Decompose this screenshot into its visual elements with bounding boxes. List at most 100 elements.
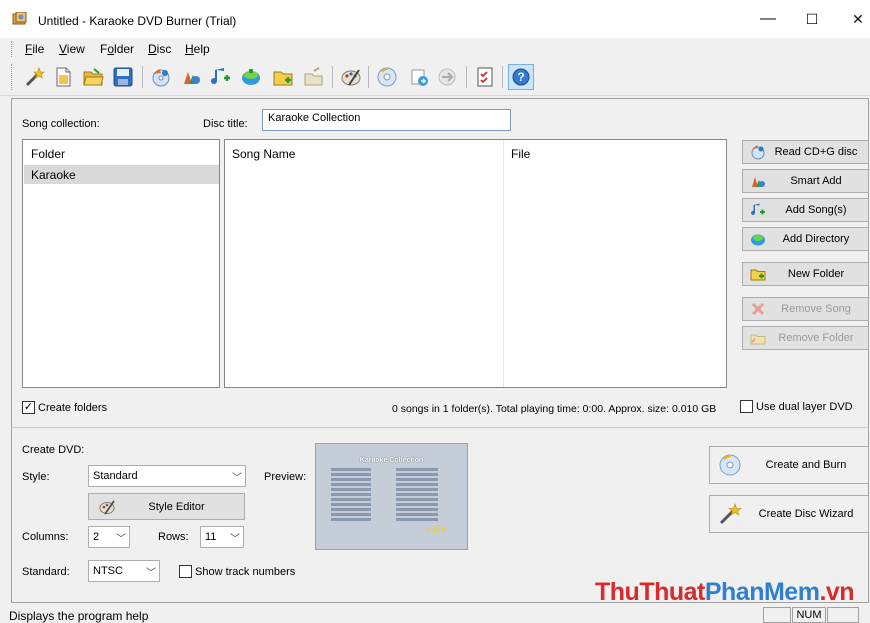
wand-icon <box>716 500 744 528</box>
show-track-numbers-check <box>179 565 192 578</box>
folder-column-header: Folder <box>31 147 66 161</box>
import-icon <box>411 69 428 86</box>
song-name-column-header[interactable]: Song Name <box>232 147 295 161</box>
close-button[interactable]: ✕ <box>836 0 870 38</box>
rows-label: Rows: <box>158 531 189 543</box>
style-label: Style: <box>22 471 50 483</box>
menu-grip <box>11 41 13 57</box>
create-folders-check: ✓ <box>22 401 35 414</box>
create-disc-wizard-label: Create Disc Wizard <box>758 508 854 520</box>
remove-folder-toolbar-button[interactable] <box>300 64 326 90</box>
style-editor-toolbar-button[interactable] <box>338 64 364 90</box>
maximize-icon: ☐ <box>805 10 819 27</box>
minimize-icon: — <box>760 10 776 27</box>
style-editor-button[interactable]: Style Editor <box>88 493 245 520</box>
toolbar-separator <box>142 66 143 88</box>
smart-add-icon <box>748 171 768 191</box>
help-toolbar-button[interactable]: ? <box>508 64 534 90</box>
toolbar-grip <box>11 64 13 90</box>
read-cdg-button[interactable]: Read CD+G disc <box>742 140 869 164</box>
status-message: Displays the program help <box>9 609 149 623</box>
chevron-down-icon: ﹀ <box>232 472 242 484</box>
standard-select[interactable]: NTSC ﹀ <box>88 560 160 582</box>
open-button[interactable] <box>80 64 106 90</box>
open-folder-icon <box>83 68 104 86</box>
close-icon: ✕ <box>852 10 864 27</box>
create-folders-checkbox[interactable]: ✓ Create folders <box>22 401 107 414</box>
read-cdg-icon <box>748 142 768 162</box>
song-collection-label: Song collection: <box>22 118 100 130</box>
create-dvd-heading: Create DVD: <box>22 444 85 456</box>
new-folder-icon <box>273 71 293 86</box>
file-column-header[interactable]: File <box>511 147 530 161</box>
burn-disc-icon <box>716 451 744 479</box>
watermark-part-2: PhanMem <box>704 578 820 606</box>
remove-song-button[interactable]: Remove Song <box>742 297 869 321</box>
toolbar-separator <box>466 66 467 88</box>
remove-folder-icon <box>304 67 323 86</box>
show-track-numbers-label: Show track numbers <box>195 565 296 578</box>
checklist-toolbar-button[interactable] <box>472 64 498 90</box>
remove-folder-button[interactable]: Remove Folder <box>742 326 869 350</box>
add-directory-button[interactable]: Add Directory <box>742 227 869 251</box>
menu-file[interactable]: File <box>25 42 44 56</box>
menu-view[interactable]: View <box>59 42 85 56</box>
add-directory-toolbar-button[interactable] <box>238 64 264 90</box>
menu-preview: Karaoke Collection <box>315 443 468 550</box>
minimize-button[interactable]: — <box>746 0 790 38</box>
burn-disc-icon <box>377 67 397 87</box>
remove-folder-icon <box>748 328 768 348</box>
window-title: Untitled - Karaoke DVD Burner (Trial) <box>38 14 237 28</box>
burn-disc-toolbar-button[interactable] <box>374 64 400 90</box>
add-song-toolbar-button[interactable] <box>208 64 234 90</box>
app-icon <box>12 11 28 26</box>
create-and-burn-button[interactable]: Create and Burn <box>709 446 869 484</box>
new-button[interactable] <box>50 64 76 90</box>
smart-add-icon <box>184 72 200 84</box>
columns-value: 2 <box>93 531 100 543</box>
wizard-button[interactable] <box>22 64 48 90</box>
watermark-part-1: ThuThuat <box>595 578 705 606</box>
menu-disc[interactable]: Disc <box>148 42 171 56</box>
menu-help[interactable]: Help <box>185 42 210 56</box>
export-icon <box>438 68 456 86</box>
disc-title-input[interactable]: Karaoke Collection <box>262 109 511 131</box>
preview-song-grid <box>331 468 446 533</box>
new-folder-toolbar-button[interactable] <box>270 64 296 90</box>
watermark: ThuThuatPhanMem.vn <box>595 578 855 607</box>
disc-title-label: Disc title: <box>203 118 248 130</box>
create-disc-wizard-button[interactable]: Create Disc Wizard <box>709 495 869 533</box>
save-icon <box>113 67 133 87</box>
song-list[interactable] <box>224 139 727 388</box>
status-num-cell: NUM <box>792 607 826 623</box>
checklist-icon <box>477 67 493 87</box>
wand-icon <box>25 67 45 87</box>
menu-folder[interactable]: Folder <box>100 42 134 56</box>
add-song-icon <box>211 68 230 85</box>
dual-layer-checkbox[interactable]: Use dual layer DVD <box>740 400 853 413</box>
new-folder-label: New Folder <box>787 268 845 280</box>
rows-value: 11 <box>205 531 217 543</box>
show-track-numbers-checkbox[interactable]: Show track numbers <box>179 565 295 578</box>
style-select[interactable]: Standard ﹀ <box>88 465 246 487</box>
dual-layer-label: Use dual layer DVD <box>756 400 853 413</box>
smart-add-toolbar-button[interactable] <box>178 64 204 90</box>
style-editor-label: Style Editor <box>148 500 205 513</box>
export-toolbar-button[interactable] <box>434 64 460 90</box>
add-directory-icon <box>242 69 260 85</box>
add-songs-button[interactable]: Add Song(s) <box>742 198 869 222</box>
smart-add-button[interactable]: Smart Add <box>742 169 869 193</box>
collection-summary: 0 songs in 1 folder(s). Total playing ti… <box>392 403 717 415</box>
help-icon: ? <box>512 68 530 86</box>
import-toolbar-button[interactable] <box>406 64 432 90</box>
remove-song-icon <box>748 299 768 319</box>
remove-folder-label: Remove Folder <box>778 332 854 344</box>
read-cdg-toolbar-button[interactable] <box>148 64 174 90</box>
columns-select[interactable]: 2 ﹀ <box>88 526 130 548</box>
status-caps-cell <box>763 607 791 623</box>
save-button[interactable] <box>110 64 136 90</box>
new-folder-button[interactable]: New Folder <box>742 262 869 286</box>
maximize-button[interactable]: ☐ <box>790 0 834 38</box>
rows-select[interactable]: 11 ﹀ <box>200 526 244 548</box>
create-and-burn-label: Create and Burn <box>765 459 847 471</box>
